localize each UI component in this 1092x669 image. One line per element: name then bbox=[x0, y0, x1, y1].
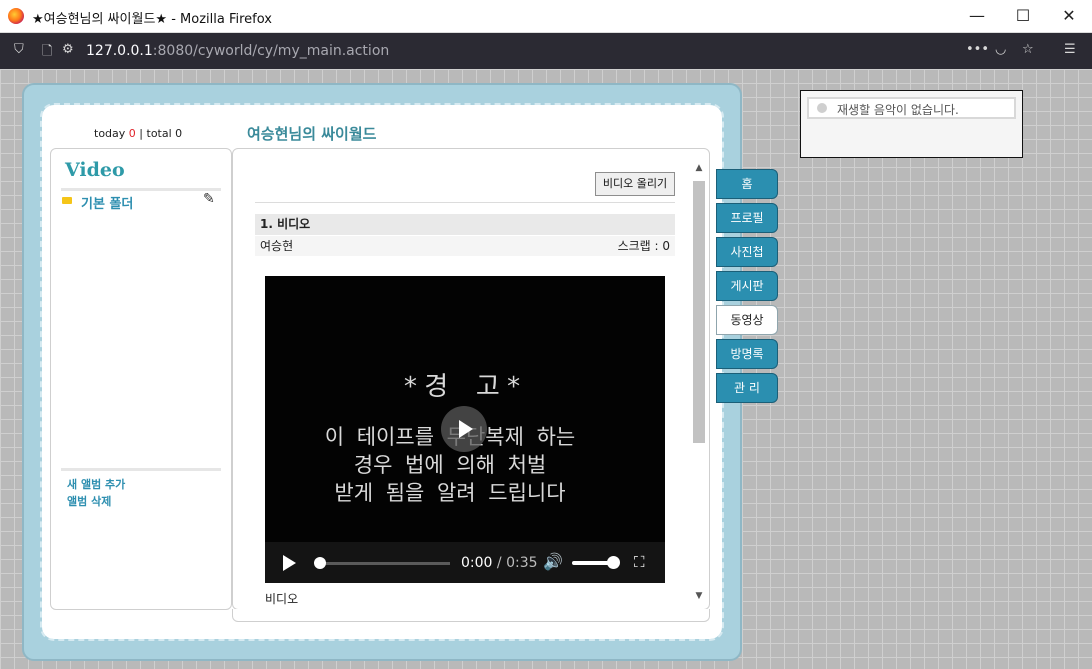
music-status-text: 재생할 음악이 없습니다. bbox=[837, 103, 959, 117]
url-host: 127.0.0.1 bbox=[86, 43, 153, 59]
minimize-button[interactable]: — bbox=[954, 0, 1000, 32]
content-footer bbox=[232, 609, 710, 622]
tab-board[interactable]: 게시판 bbox=[716, 271, 778, 301]
play-icon[interactable] bbox=[283, 555, 296, 571]
shield-icon[interactable]: ⛉ bbox=[14, 42, 24, 57]
time-separator: / bbox=[496, 555, 502, 571]
duration: 0:35 bbox=[506, 555, 538, 571]
post-title: 1. 비디오 bbox=[255, 214, 675, 235]
tab-home[interactable]: 홈 bbox=[716, 169, 778, 199]
url-field[interactable]: 127.0.0.1:8080/cyworld/cy/my_main.action bbox=[86, 43, 389, 59]
tab-photos[interactable]: 사진첩 bbox=[716, 237, 778, 267]
divider bbox=[61, 188, 221, 191]
divider bbox=[61, 468, 221, 471]
browser-toolbar: ⛉ 🗋 ⚙ 127.0.0.1:8080/cyworld/cy/my_main.… bbox=[0, 33, 1092, 69]
total-label: total bbox=[146, 127, 172, 140]
post-author: 여승현 bbox=[260, 239, 294, 253]
firefox-logo-icon bbox=[8, 8, 24, 24]
seek-bar[interactable] bbox=[315, 562, 450, 565]
tab-video[interactable]: 동영상 bbox=[716, 305, 778, 335]
menu-icon[interactable]: ☰ bbox=[1064, 42, 1076, 57]
visit-counter: today 0 | total 0 bbox=[94, 127, 182, 140]
total-value: 0 bbox=[175, 127, 183, 140]
today-label: today bbox=[94, 127, 126, 140]
time-display: 0:00 / 0:35 bbox=[461, 555, 538, 571]
video-warning-title: *경 고* bbox=[402, 372, 528, 402]
add-album-link[interactable]: 새 앨범 추가 bbox=[67, 476, 125, 492]
today-value: 0 bbox=[128, 127, 136, 140]
current-time: 0:00 bbox=[461, 555, 493, 571]
video-player[interactable]: *경 고* 이 테이프를 무단복제 하는 경우 법에 의해 처벌 받게 됨을 알… bbox=[265, 276, 665, 583]
counter-separator: | bbox=[139, 127, 143, 140]
bookmark-star-icon[interactable]: ☆ bbox=[1022, 42, 1034, 57]
more-icon[interactable]: ••• bbox=[966, 42, 989, 57]
scrap-count[interactable]: 스크랩 : 0 bbox=[618, 236, 670, 256]
scroll-thumb[interactable] bbox=[693, 181, 705, 443]
folder-icon bbox=[62, 197, 72, 204]
music-status-box: 재생할 음악이 없습니다. bbox=[807, 97, 1016, 119]
upload-video-button[interactable]: 비디오 올리기 bbox=[595, 172, 675, 196]
music-player: 재생할 음악이 없습니다. bbox=[800, 90, 1023, 158]
volume-knob[interactable] bbox=[607, 556, 620, 569]
section-heading: Video bbox=[65, 159, 125, 181]
scroll-up-arrow-icon[interactable]: ▲ bbox=[692, 163, 706, 173]
video-caption: 비디오 bbox=[265, 592, 299, 606]
folder-item[interactable]: 기본 폴더 bbox=[81, 193, 133, 212]
window-title: ★여승현님의 싸이월드★ - Mozilla Firefox bbox=[32, 12, 272, 27]
content-panel: 비디오 올리기 1. 비디오 여승현 스크랩 : 0 *경 고* 이 테이프를 … bbox=[232, 148, 710, 610]
video-controls: 0:00 / 0:35 🔊 ⛶ bbox=[265, 542, 665, 583]
permissions-icon[interactable]: ⚙ bbox=[62, 42, 74, 57]
page-icon[interactable]: 🗋 bbox=[42, 42, 52, 64]
play-overlay-icon[interactable] bbox=[441, 406, 487, 452]
music-disc-icon bbox=[817, 103, 827, 113]
tab-profile[interactable]: 프로필 bbox=[716, 203, 778, 233]
scrollbar[interactable]: ▲ ▼ bbox=[692, 163, 706, 605]
left-panel: Video 기본 폴더 ✎ 새 앨범 추가 앨범 삭제 bbox=[50, 148, 232, 610]
window-title-bar: ★여승현님의 싸이월드★ - Mozilla Firefox — ☐ ✕ bbox=[0, 0, 1092, 33]
url-path: :8080/cyworld/cy/my_main.action bbox=[152, 43, 390, 59]
delete-album-link[interactable]: 앨범 삭제 bbox=[67, 493, 111, 509]
post-meta: 여승현 스크랩 : 0 bbox=[255, 236, 675, 256]
tab-manage[interactable]: 관 리 bbox=[716, 373, 778, 403]
fullscreen-icon[interactable]: ⛶ bbox=[634, 553, 645, 571]
video-warning-line: 경우 법에 의해 처벌 bbox=[353, 453, 547, 477]
volume-icon[interactable]: 🔊 bbox=[543, 552, 563, 571]
seek-knob[interactable] bbox=[314, 557, 326, 569]
scroll-down-arrow-icon[interactable]: ▼ bbox=[692, 591, 706, 601]
pocket-icon[interactable]: ◡ bbox=[995, 42, 1006, 57]
maximize-button[interactable]: ☐ bbox=[1000, 0, 1046, 32]
homepage-title[interactable]: 여승현님의 싸이월드 bbox=[247, 123, 376, 144]
video-warning-line: 받게 됨을 알려 드립니다 bbox=[334, 481, 566, 505]
tab-guestbook[interactable]: 방명록 bbox=[716, 339, 778, 369]
close-button[interactable]: ✕ bbox=[1046, 0, 1092, 32]
divider bbox=[255, 202, 675, 203]
edit-pencil-icon[interactable]: ✎ bbox=[203, 191, 215, 207]
